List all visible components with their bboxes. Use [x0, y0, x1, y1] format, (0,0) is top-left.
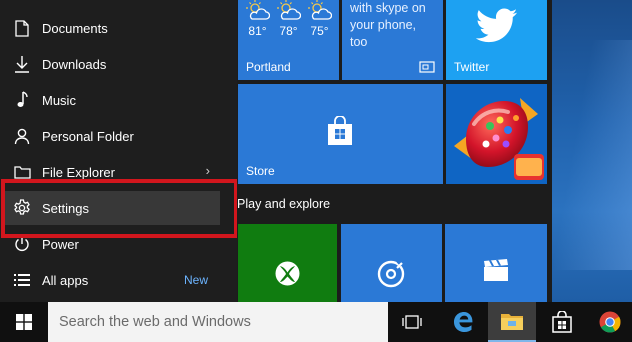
store-tile[interactable]: Store	[238, 84, 443, 184]
forecast-day-2: 78°	[273, 0, 304, 38]
temperature: 75°	[310, 24, 329, 38]
start-button[interactable]	[0, 302, 48, 342]
person-icon	[12, 126, 32, 146]
menu-item-documents[interactable]: Documents	[4, 11, 220, 45]
edge-button[interactable]	[440, 302, 488, 342]
store-icon	[552, 311, 572, 333]
menu-item-label: All apps	[42, 272, 89, 288]
taskbar	[0, 302, 632, 342]
chevron-right-icon[interactable]: ›	[206, 163, 210, 178]
task-view-button[interactable]	[388, 302, 436, 342]
windows-logo-icon	[16, 314, 32, 330]
twitter-bird-icon	[476, 8, 518, 43]
chrome-icon	[599, 311, 621, 333]
temperature: 78°	[279, 24, 298, 38]
skype-tile-text: with skype on your phone, too	[350, 1, 426, 49]
xbox-logo-icon	[275, 261, 300, 286]
groove-music-tile[interactable]	[341, 224, 442, 302]
partly-sunny-icon	[276, 0, 301, 20]
file-explorer-taskbar-button[interactable]	[488, 302, 536, 342]
tile-label: Store	[246, 164, 275, 178]
xbox-tile[interactable]	[238, 224, 337, 302]
weather-location-label: Portland	[246, 60, 291, 74]
chrome-taskbar-button[interactable]	[586, 302, 632, 342]
menu-item-label: Music	[42, 92, 76, 108]
menu-item-all-apps[interactable]: All apps New	[4, 263, 220, 297]
groove-disc-icon	[377, 259, 405, 288]
start-menu-left-pane: Documents Downloads Music Personal Folde…	[0, 0, 237, 302]
twitter-tile[interactable]: Twitter	[446, 0, 547, 80]
candy-crush-tile[interactable]	[446, 84, 547, 184]
menu-item-label: Personal Folder	[42, 128, 134, 144]
menu-item-label: Downloads	[42, 56, 107, 72]
edge-icon	[454, 312, 473, 332]
temperature: 81°	[248, 24, 267, 38]
settings-highlight-box	[1, 179, 238, 238]
desktop-wallpaper	[552, 0, 632, 302]
taskbar-search-box[interactable]	[48, 302, 388, 342]
task-view-icon	[402, 315, 422, 329]
forecast-day-1: 81°	[242, 0, 273, 38]
search-input[interactable]	[48, 314, 368, 330]
store-bag-icon	[328, 116, 352, 145]
menu-item-downloads[interactable]: Downloads	[4, 47, 220, 81]
new-badge: New	[183, 273, 208, 287]
menu-item-music[interactable]: Music	[4, 83, 220, 117]
music-icon	[12, 90, 32, 110]
file-explorer-icon	[501, 314, 523, 330]
download-icon	[12, 54, 32, 74]
movies-tv-tile[interactable]	[445, 224, 547, 302]
skype-tile[interactable]: with skype on your phone, too	[342, 0, 443, 80]
menu-item-personal-folder[interactable]: Personal Folder	[4, 119, 220, 153]
section-title-play-and-explore: Play and explore	[237, 197, 331, 211]
phone-link-icon	[419, 61, 435, 73]
candy-crush-artwork-icon	[454, 98, 544, 180]
menu-item-label: Documents	[42, 20, 108, 36]
store-taskbar-button[interactable]	[538, 302, 586, 342]
tile-label: Twitter	[454, 60, 490, 74]
partly-sunny-icon	[307, 0, 332, 20]
list-icon	[12, 270, 32, 290]
menu-item-label: File Explorer	[42, 164, 115, 180]
weather-forecast-row: 81° 78° 75°	[238, 0, 339, 38]
clapperboard-icon	[484, 259, 508, 281]
weather-tile[interactable]: 81° 78° 75° Portland	[238, 0, 339, 80]
document-icon	[12, 18, 32, 38]
partly-sunny-icon	[245, 0, 270, 20]
forecast-day-3: 75°	[304, 0, 335, 38]
menu-item-label: Power	[42, 236, 79, 252]
